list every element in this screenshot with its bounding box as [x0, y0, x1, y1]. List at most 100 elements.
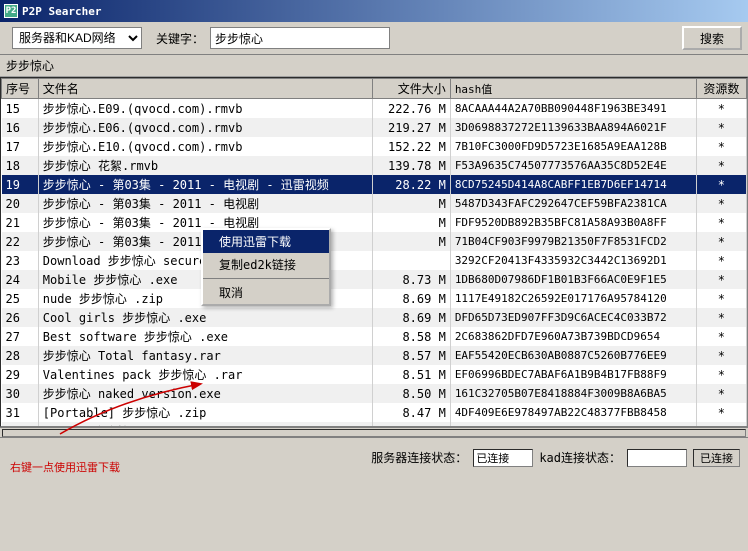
cell-name: Valentines pack 步步惊心 .rar [38, 365, 372, 384]
table-row[interactable]: 19步步惊心 - 第03集 - 2011 - 电视剧 - 迅雷视频28.22 M… [2, 175, 747, 194]
cell-hash: 4DF409E6E978497AB22C48377FBB8458 [450, 403, 696, 422]
table-row[interactable]: 21步步惊心 - 第03集 - 2011 - 电视剧MFDF9520DB892B… [2, 213, 747, 232]
cell-source: * [696, 327, 746, 346]
cell-source: * [696, 156, 746, 175]
cell-hash: 4F9FBC32B8FF9A5FCF75E2B737D52DCD [450, 422, 696, 427]
cell-size: 8.73 M [372, 270, 450, 289]
cell-hash: EF06996BDEC7ABAF6A1B9B4B17FB88F9 [450, 365, 696, 384]
breadcrumb: 步步惊心 [0, 55, 748, 77]
cell-source: * [696, 137, 746, 156]
search-button[interactable]: 搜索 [682, 26, 742, 50]
server-status-label: 服务器连接状态： [371, 449, 467, 466]
cell-seq: 20 [2, 194, 39, 213]
cell-source: * [696, 422, 746, 427]
table-row[interactable]: 24Mobile 步步惊心 .exe8.73 M1DB680D07986DF1B… [2, 270, 747, 289]
table-row[interactable]: 22步步惊心 - 第03集 - 2011 - 电视剧M71B04CF903F99… [2, 232, 747, 251]
cell-source: * [696, 308, 746, 327]
col-header-source[interactable]: 资源数 [696, 79, 746, 99]
cell-source: * [696, 213, 746, 232]
cell-seq: 17 [2, 137, 39, 156]
cell-source: * [696, 232, 746, 251]
cell-name: [Portable] 步步惊心 .zip [38, 403, 372, 422]
cell-name: 步步惊心.E10.(qvocd.com).rmvb [38, 137, 372, 156]
cell-source: * [696, 346, 746, 365]
table-row[interactable]: 27Best software 步步惊心 .exe8.58 M2C683862D… [2, 327, 747, 346]
col-header-name[interactable]: 文件名 [38, 79, 372, 99]
table-row[interactable]: 29Valentines pack 步步惊心 .rar8.51 MEF06996… [2, 365, 747, 384]
cell-name: Best software 步步惊心 .exe [38, 327, 372, 346]
col-header-hash[interactable]: hash值 [450, 79, 696, 99]
cell-hash: 161C32705B07E8418884F3009B8A6BA5 [450, 384, 696, 403]
table-row[interactable]: 23Download 步步惊心 securely with3292CF20413… [2, 251, 747, 270]
cell-hash: F53A9635C74507773576AA35C8D52E4E [450, 156, 696, 175]
keyword-input[interactable] [210, 27, 390, 49]
results-table-container: 序号 文件名 文件大小 hash值 资源数 15步步惊心.E09.(qvocd.… [0, 77, 748, 427]
table-row[interactable]: 30步步惊心 naked version.exe8.50 M161C32705B… [2, 384, 747, 403]
context-menu: 使用迅雷下载 复制ed2k链接 取消 [201, 228, 331, 306]
cell-source: * [696, 175, 746, 194]
cell-seq: 16 [2, 118, 39, 137]
context-menu-separator [203, 278, 329, 279]
kad-status-input [627, 449, 687, 467]
app-title: P2P Searcher [22, 5, 101, 18]
table-row[interactable]: 17步步惊心.E10.(qvocd.com).rmvb152.22 M7B10F… [2, 137, 747, 156]
cell-hash: 1117E49182C26592E017176A95784120 [450, 289, 696, 308]
col-header-size[interactable]: 文件大小 [372, 79, 450, 99]
cell-source: * [696, 251, 746, 270]
table-row[interactable]: 15步步惊心.E09.(qvocd.com).rmvb222.76 M8ACAA… [2, 99, 747, 119]
cell-seq: 19 [2, 175, 39, 194]
cell-seq: 24 [2, 270, 39, 289]
cell-hash: 5487D343FAFC292647CEF59BFA2381CA [450, 194, 696, 213]
cell-name: Cool girls 步步惊心 .exe [38, 308, 372, 327]
cell-seq: 18 [2, 156, 39, 175]
connected-badge: 已连接 [693, 449, 740, 467]
cell-seq: 23 [2, 251, 39, 270]
app-icon: P2 [4, 4, 18, 18]
cell-source: * [696, 289, 746, 308]
status-right: 服务器连接状态： kad连接状态： 已连接 [371, 449, 740, 467]
table-row[interactable]: 20步步惊心 - 第03集 - 2011 - 电视剧M5487D343FAFC2… [2, 194, 747, 213]
horizontal-scrollbar[interactable] [2, 429, 746, 437]
table-row[interactable]: 26Cool girls 步步惊心 .exe8.69 MDFD65D73ED90… [2, 308, 747, 327]
cell-seq: 27 [2, 327, 39, 346]
cell-size: 8.69 M [372, 289, 450, 308]
table-row[interactable]: 25nude 步步惊心 .zip8.69 M1117E49182C26592E0… [2, 289, 747, 308]
cell-seq: 28 [2, 346, 39, 365]
status-bar: 右键一点使用迅雷下载 服务器连接状态： kad连接状态： 已连接 [0, 437, 748, 477]
cell-size: 8.69 M [372, 308, 450, 327]
table-row[interactable]: 32Hotrod 步步惊心 .zip8.46 M4F9FBC32B8FF9A5F… [2, 422, 747, 427]
table-header-row: 序号 文件名 文件大小 hash值 资源数 [2, 79, 747, 99]
table-row[interactable]: 18步步惊心 花絮.rmvb139.78 MF53A9635C745077735… [2, 156, 747, 175]
kad-status-label: kad连接状态： [539, 449, 621, 466]
cell-source: * [696, 118, 746, 137]
cell-size: 28.22 M [372, 175, 450, 194]
cell-hash: 8CD75245D414A8CABFF1EB7D6EF14714 [450, 175, 696, 194]
cell-seq: 26 [2, 308, 39, 327]
context-menu-item-download[interactable]: 使用迅雷下载 [203, 230, 329, 253]
table-row[interactable]: 28步步惊心 Total fantasy.rar8.57 MEAF55420EC… [2, 346, 747, 365]
cell-size: 8.51 M [372, 365, 450, 384]
cell-seq: 29 [2, 365, 39, 384]
context-menu-item-copy[interactable]: 复制ed2k链接 [203, 253, 329, 276]
title-bar: P2 P2P Searcher [0, 0, 748, 22]
cell-size [372, 251, 450, 270]
table-row[interactable]: 31[Portable] 步步惊心 .zip8.47 M4DF409E6E978… [2, 403, 747, 422]
cell-hash: 3D0698837272E1139633BAA894A6021F [450, 118, 696, 137]
cell-hash: 3292CF20413F4335932C3442C13692D1 [450, 251, 696, 270]
cell-name: 步步惊心 naked version.exe [38, 384, 372, 403]
scrollbar-area [0, 427, 748, 437]
cell-seq: 31 [2, 403, 39, 422]
cell-hash: 71B04CF903F9979B21350F7F8531FCD2 [450, 232, 696, 251]
context-menu-item-cancel[interactable]: 取消 [203, 281, 329, 304]
cell-seq: 32 [2, 422, 39, 427]
cell-source: * [696, 194, 746, 213]
cell-hash: 7B10FC3000FD9D5723E1685A9EAA128B [450, 137, 696, 156]
table-row[interactable]: 16步步惊心.E06.(qvocd.com).rmvb219.27 M3D069… [2, 118, 747, 137]
cell-size: 8.50 M [372, 384, 450, 403]
col-header-seq[interactable]: 序号 [2, 79, 39, 99]
cell-source: * [696, 99, 746, 119]
cell-source: * [696, 270, 746, 289]
cell-size: 219.27 M [372, 118, 450, 137]
server-select[interactable]: 服务器和KAD网络仅服务器仅KAD网络 [12, 27, 142, 49]
cell-seq: 22 [2, 232, 39, 251]
